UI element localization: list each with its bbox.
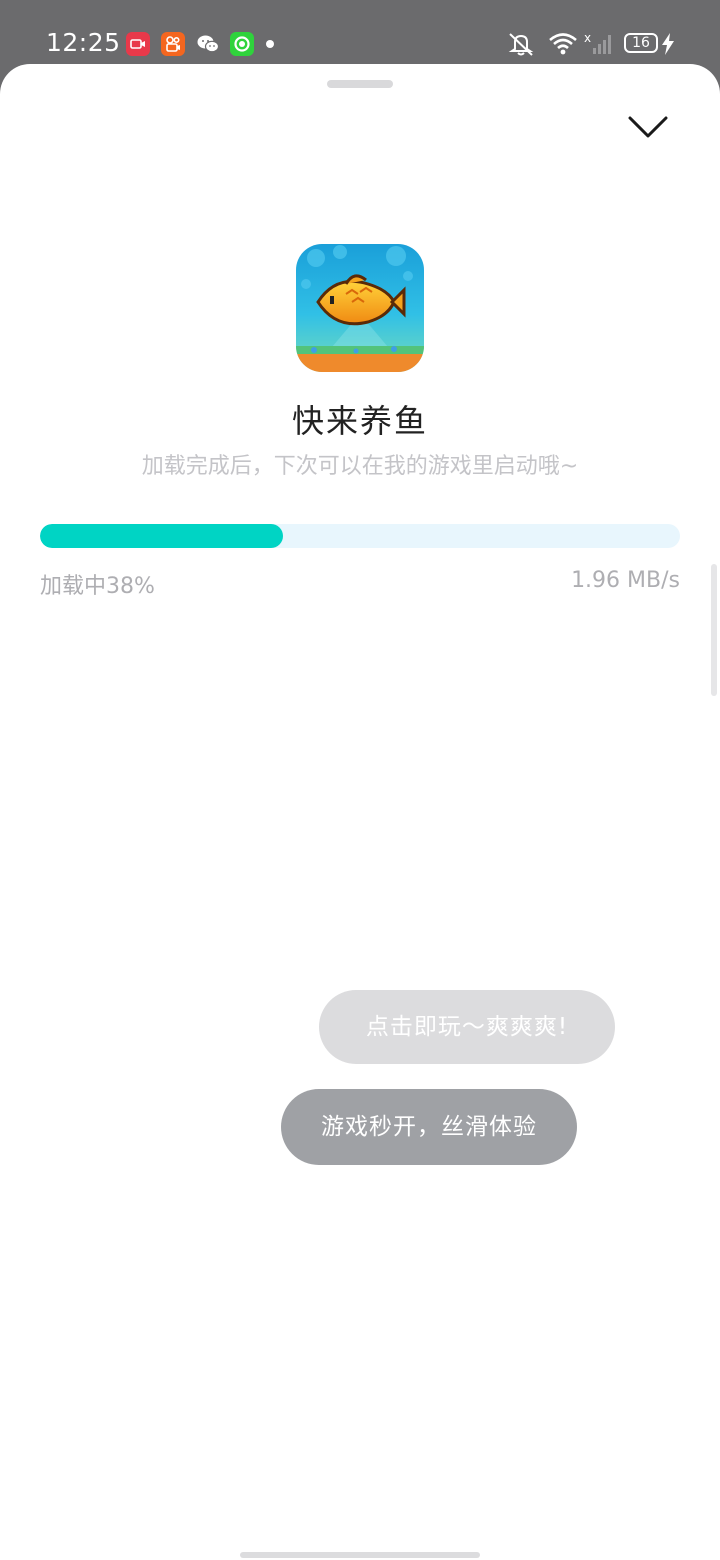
download-speed: 1.96 MB/s — [571, 568, 680, 593]
charging-icon — [660, 32, 676, 60]
collapse-button[interactable] — [622, 108, 674, 148]
promo-bubble: 点击即玩～爽爽爽! — [319, 990, 615, 1064]
home-indicator[interactable] — [240, 1552, 480, 1558]
drag-handle[interactable] — [327, 80, 393, 88]
svg-text:x: x — [584, 31, 591, 45]
chevron-down-icon — [628, 116, 668, 138]
game-icon — [296, 244, 424, 372]
wifi-icon — [548, 30, 578, 62]
status-time: 12:25 — [46, 28, 121, 57]
goldfish-game-icon — [296, 244, 424, 372]
loading-progress-bar — [40, 524, 680, 548]
loading-progress-fill — [40, 524, 284, 548]
wechat-icon — [196, 32, 220, 56]
game-title: 快来养鱼 — [291, 402, 428, 440]
kuaishou-icon — [161, 32, 185, 56]
loading-hint: 加载完成后，下次可以在我的游戏里启动哦~ — [141, 454, 579, 479]
mute-icon — [505, 30, 537, 62]
green-app-icon — [230, 32, 254, 56]
scrollbar[interactable] — [711, 564, 717, 696]
signal-icon: x — [584, 30, 614, 62]
more-notifications-dot — [266, 40, 274, 48]
loading-status: 加载中38% — [40, 574, 155, 599]
promo-bubble: 游戏秒开，丝滑体验 — [281, 1089, 577, 1165]
game-loading-sheet: 快来养鱼 加载完成后，下次可以在我的游戏里启动哦~ 加载中38% 1.96 MB… — [0, 64, 720, 1560]
battery-icon: 16 — [624, 33, 658, 53]
video-app-icon — [126, 32, 150, 56]
